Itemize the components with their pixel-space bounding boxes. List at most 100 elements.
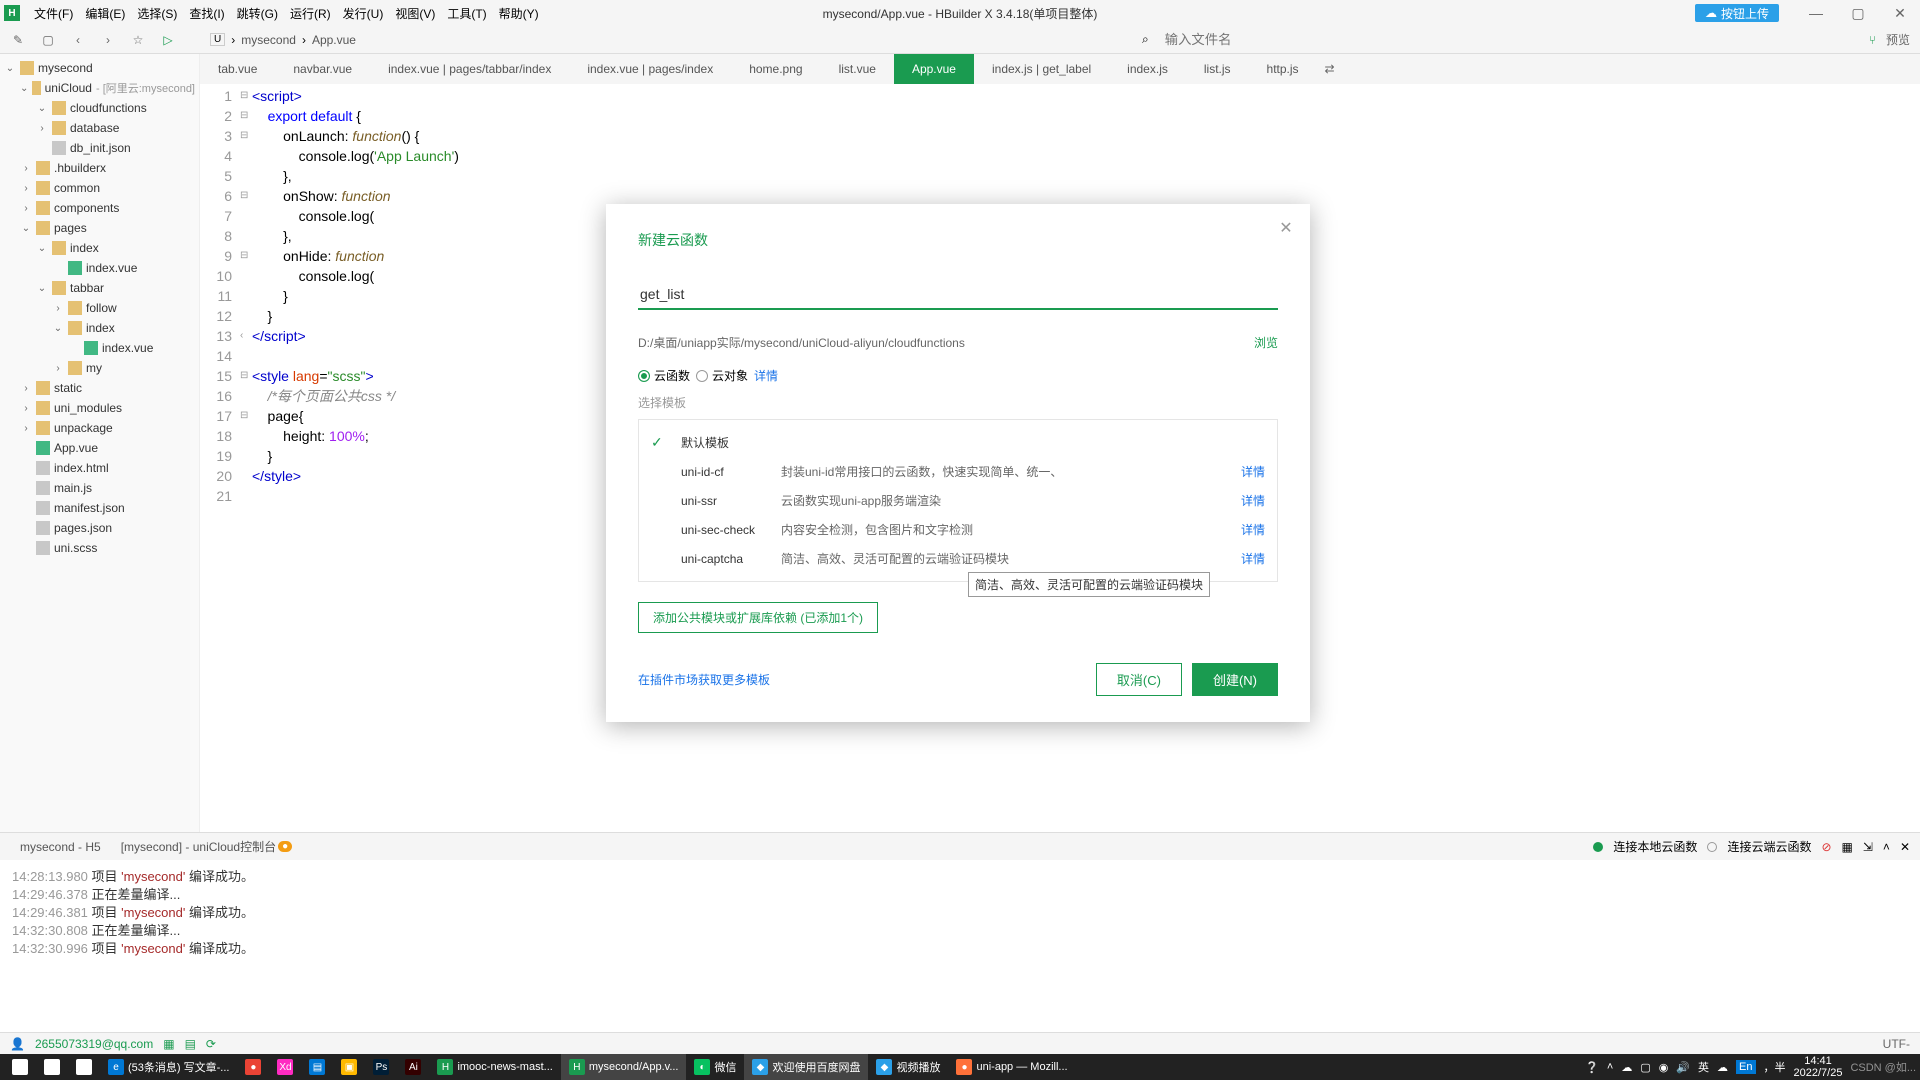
taskbar-item[interactable]: ○ xyxy=(36,1054,68,1080)
fold-gutter[interactable]: ⊟⊟⊟⊟⊟‹⊟⊟ xyxy=(240,84,252,832)
chevron-icon[interactable] xyxy=(20,83,28,94)
radio-detail-link[interactable]: 详情 xyxy=(754,367,778,384)
tree-item[interactable]: components xyxy=(0,198,199,218)
menu-goto[interactable]: 跳转(G) xyxy=(231,5,284,22)
tree-item[interactable]: uniCloud- [阿里云:mysecond] xyxy=(0,78,199,98)
chevron-icon[interactable] xyxy=(4,63,16,74)
tree-item[interactable]: uni.scss xyxy=(0,538,199,558)
menu-run[interactable]: 运行(R) xyxy=(284,5,337,22)
tree-item[interactable]: my xyxy=(0,358,199,378)
window-close-icon[interactable]: ✕ xyxy=(1880,1,1920,25)
chevron-icon[interactable] xyxy=(52,303,64,314)
tree-item[interactable]: main.js xyxy=(0,478,199,498)
chevron-icon[interactable] xyxy=(20,203,32,214)
tree-item[interactable]: mysecond xyxy=(0,58,199,78)
template-row[interactable]: uni-id-cf封装uni-id常用接口的云函数，快速实现简单、统一、详情 xyxy=(639,457,1277,486)
breadcrumb-project[interactable]: mysecond xyxy=(241,33,296,47)
function-name-input[interactable] xyxy=(638,280,1278,310)
menu-find[interactable]: 查找(I) xyxy=(183,5,230,22)
marketplace-link[interactable]: 在插件市场获取更多模板 xyxy=(638,671,770,688)
taskbar-clock[interactable]: 14:41 2022/7/25 xyxy=(1794,1055,1843,1079)
cancel-button[interactable]: 取消(C) xyxy=(1096,663,1182,696)
tree-item[interactable]: pages.json xyxy=(0,518,199,538)
close-icon[interactable]: ✕ xyxy=(1900,840,1910,854)
editor-tab[interactable]: list.js xyxy=(1186,54,1249,84)
chevron-icon[interactable] xyxy=(20,383,32,394)
editor-tab[interactable]: index.vue | pages/tabbar/index xyxy=(370,54,569,84)
save-icon[interactable]: ▢ xyxy=(40,32,56,48)
clear-icon[interactable]: ▦ xyxy=(1842,840,1853,854)
new-file-icon[interactable]: ✎ xyxy=(10,32,26,48)
taskbar-item[interactable]: e(53条消息) 写文章-... xyxy=(100,1054,237,1080)
preview-button[interactable]: 预览 xyxy=(1886,31,1910,48)
template-row[interactable]: ✓默认模板 xyxy=(639,428,1277,457)
console-tab[interactable]: [mysecond] - uniCloud控制台● xyxy=(111,833,302,861)
dialog-close-icon[interactable]: ✕ xyxy=(1276,218,1296,238)
cloud-upload-button[interactable]: ☁按钮上传 xyxy=(1695,4,1779,22)
tree-item[interactable]: uni_modules xyxy=(0,398,199,418)
breadcrumb-file[interactable]: App.vue xyxy=(312,33,356,47)
run-icon[interactable]: ▷ xyxy=(160,32,176,48)
tree-item[interactable]: index xyxy=(0,238,199,258)
taskbar-item[interactable]: Ps xyxy=(365,1054,397,1080)
user-email[interactable]: 2655073319@qq.com xyxy=(35,1037,153,1051)
template-row[interactable]: uni-captcha简洁、高效、灵活可配置的云端验证码模块详情 xyxy=(639,544,1277,573)
taskbar-item[interactable]: ●uni-app — Mozill... xyxy=(948,1054,1075,1080)
taskbar-item[interactable]: Ai xyxy=(397,1054,429,1080)
chevron-icon[interactable] xyxy=(20,223,32,234)
tree-item[interactable]: follow xyxy=(0,298,199,318)
filter-icon[interactable]: ⑂ xyxy=(1869,33,1876,47)
chevron-icon[interactable] xyxy=(36,103,48,114)
radio-cloud-function[interactable]: 云函数 xyxy=(638,367,690,384)
collapse-icon[interactable]: ˄ xyxy=(1883,840,1890,854)
tree-item[interactable]: pages xyxy=(0,218,199,238)
radio-cloud-object[interactable]: 云对象 xyxy=(696,367,748,384)
template-detail-link[interactable]: 详情 xyxy=(1241,463,1265,480)
window-minimize-icon[interactable]: — xyxy=(1796,1,1836,25)
tray-up-icon[interactable]: ˄ xyxy=(1607,1061,1613,1073)
menu-select[interactable]: 选择(S) xyxy=(131,5,183,22)
tray-box-icon[interactable]: ▢ xyxy=(1640,1061,1650,1074)
tray-dot-icon[interactable]: ◉ xyxy=(1659,1061,1669,1074)
tree-item[interactable]: App.vue xyxy=(0,438,199,458)
taskbar-item[interactable]: ● xyxy=(237,1054,269,1080)
template-detail-link[interactable]: 详情 xyxy=(1241,521,1265,538)
browse-button[interactable]: 浏览 xyxy=(1254,334,1278,351)
tree-item[interactable]: index.vue xyxy=(0,258,199,278)
taskbar-item[interactable]: Xd xyxy=(269,1054,301,1080)
tree-item[interactable]: common xyxy=(0,178,199,198)
chevron-icon[interactable] xyxy=(36,243,48,254)
tree-item[interactable]: index.html xyxy=(0,458,199,478)
chevron-icon[interactable] xyxy=(36,123,48,134)
editor-tab[interactable]: list.vue xyxy=(821,54,894,84)
tray-volume-icon[interactable]: 🔊 xyxy=(1676,1061,1690,1074)
console-tab[interactable]: mysecond - H5 xyxy=(10,833,111,861)
editor-tab[interactable]: home.png xyxy=(731,54,820,84)
template-detail-link[interactable]: 详情 xyxy=(1241,550,1265,567)
taskbar-item[interactable]: ◐微信 xyxy=(686,1054,744,1080)
chevron-icon[interactable] xyxy=(20,183,32,194)
ime-mode[interactable]: ，半 xyxy=(1764,1059,1786,1075)
tree-item[interactable]: cloudfunctions xyxy=(0,98,199,118)
chevron-icon[interactable] xyxy=(52,363,64,374)
tree-item[interactable]: database xyxy=(0,118,199,138)
chevron-icon[interactable] xyxy=(52,323,64,334)
console-output[interactable]: 14:28:13.980 项目 'mysecond' 编译成功。14:29:46… xyxy=(0,860,1920,1032)
editor-tab[interactable]: navbar.vue xyxy=(275,54,370,84)
nav-back-icon[interactable]: ‹ xyxy=(70,32,86,48)
template-detail-link[interactable]: 详情 xyxy=(1241,492,1265,509)
template-row[interactable]: uni-ssr云函数实现uni-app服务端渲染详情 xyxy=(639,486,1277,515)
tree-item[interactable]: unpackage xyxy=(0,418,199,438)
tray-ime-icon[interactable]: 英 xyxy=(1698,1059,1709,1075)
search-input[interactable] xyxy=(1159,30,1859,50)
editor-tab[interactable]: App.vue xyxy=(894,54,974,84)
taskbar-item[interactable]: ▭ xyxy=(68,1054,100,1080)
tree-item[interactable]: db_init.json xyxy=(0,138,199,158)
menu-file[interactable]: 文件(F) xyxy=(28,5,79,22)
tray-help-icon[interactable]: ❔ xyxy=(1585,1061,1599,1074)
add-dependencies-button[interactable]: 添加公共模块或扩展库依赖 (已添加1个) xyxy=(638,602,878,633)
grid-icon[interactable]: ▦ xyxy=(163,1037,174,1051)
editor-tab[interactable]: index.vue | pages/index xyxy=(569,54,731,84)
taskbar-item[interactable]: Hmysecond/App.v... xyxy=(561,1054,687,1080)
template-row[interactable]: uni-sec-check内容安全检测，包含图片和文字检测详情 xyxy=(639,515,1277,544)
